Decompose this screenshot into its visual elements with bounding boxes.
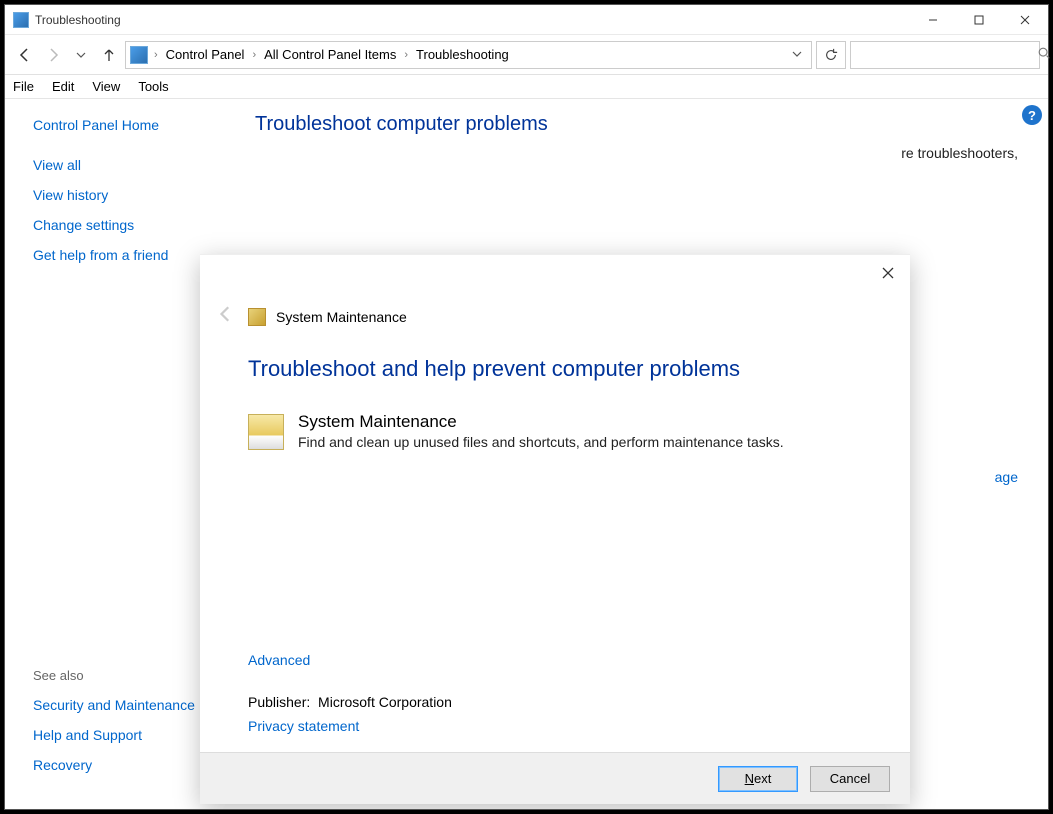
system-maintenance-large-icon xyxy=(248,414,284,450)
window-controls xyxy=(910,5,1048,34)
menu-view[interactable]: View xyxy=(92,79,120,94)
maximize-button[interactable] xyxy=(956,5,1002,34)
breadcrumb-segment[interactable]: Troubleshooting xyxy=(410,47,515,62)
troubleshooter-item-name: System Maintenance xyxy=(298,412,784,432)
chevron-right-icon[interactable]: › xyxy=(252,49,256,61)
body-area: Control Panel Home View all View history… xyxy=(5,99,1048,809)
sidebar-item-view-all[interactable]: View all xyxy=(33,157,225,173)
titlebar: Troubleshooting xyxy=(5,5,1048,35)
cancel-button[interactable]: Cancel xyxy=(810,766,890,792)
app-icon xyxy=(13,12,29,28)
menu-bar: File Edit View Tools xyxy=(5,75,1048,99)
dialog-title: Troubleshoot and help prevent computer p… xyxy=(248,356,862,382)
control-panel-window: Troubleshooting › C xyxy=(4,4,1049,810)
dialog-close-button[interactable] xyxy=(874,261,902,285)
nav-history-dropdown[interactable] xyxy=(69,43,93,67)
nav-back-button[interactable] xyxy=(13,43,37,67)
sidebar-item-home[interactable]: Control Panel Home xyxy=(33,117,225,133)
sidebar-item-change-settings[interactable]: Change settings xyxy=(33,217,225,233)
search-box[interactable] xyxy=(850,41,1040,69)
window-title: Troubleshooting xyxy=(35,13,121,27)
dialog-links: Advanced Publisher: Microsoft Corporatio… xyxy=(248,652,862,752)
background-link-fragment[interactable]: age xyxy=(995,469,1018,485)
dialog-body: Troubleshoot and help prevent computer p… xyxy=(200,328,910,752)
menu-edit[interactable]: Edit xyxy=(52,79,74,94)
publisher-label: Publisher: xyxy=(248,694,310,710)
dialog-footer: Next Cancel xyxy=(200,752,910,804)
breadcrumb-segment[interactable]: All Control Panel Items xyxy=(258,47,402,62)
search-input[interactable] xyxy=(857,46,1037,63)
troubleshooter-item-text: System Maintenance Find and clean up unu… xyxy=(298,412,784,450)
publisher-row: Publisher: Microsoft Corporation xyxy=(248,694,862,710)
page-title: Troubleshoot computer problems xyxy=(255,113,1018,136)
sidebar-item-get-help[interactable]: Get help from a friend xyxy=(33,247,225,263)
sidebar-item-view-history[interactable]: View history xyxy=(33,187,225,203)
publisher-value: Microsoft Corporation xyxy=(318,694,452,710)
minimize-button[interactable] xyxy=(910,5,956,34)
troubleshooter-dialog: System Maintenance Troubleshoot and help… xyxy=(200,254,910,804)
chevron-right-icon[interactable]: › xyxy=(154,49,158,61)
nav-up-button[interactable] xyxy=(97,43,121,67)
chevron-right-icon[interactable]: › xyxy=(404,49,408,61)
breadcrumb-segment[interactable]: Control Panel xyxy=(160,47,251,62)
nav-forward-button[interactable] xyxy=(41,43,65,67)
dialog-header-label: System Maintenance xyxy=(276,309,407,325)
privacy-statement-link[interactable]: Privacy statement xyxy=(248,718,359,734)
refresh-button[interactable] xyxy=(816,41,846,69)
advanced-link[interactable]: Advanced xyxy=(248,652,862,668)
address-bar[interactable]: › Control Panel › All Control Panel Item… xyxy=(125,41,812,69)
address-dropdown[interactable] xyxy=(787,47,807,62)
background-text-fragment: re troubleshooters, xyxy=(901,145,1018,161)
location-icon xyxy=(130,46,148,64)
menu-file[interactable]: File xyxy=(13,79,34,94)
menu-tools[interactable]: Tools xyxy=(138,79,168,94)
navigation-bar: › Control Panel › All Control Panel Item… xyxy=(5,35,1048,75)
troubleshooter-item[interactable]: System Maintenance Find and clean up unu… xyxy=(248,412,862,450)
close-button[interactable] xyxy=(1002,5,1048,34)
system-maintenance-icon xyxy=(248,308,266,326)
troubleshooter-item-description: Find and clean up unused files and short… xyxy=(298,434,784,450)
help-icon[interactable]: ? xyxy=(1022,105,1042,125)
next-button[interactable]: Next xyxy=(718,766,798,792)
search-icon[interactable] xyxy=(1037,46,1051,63)
dialog-header: System Maintenance xyxy=(200,255,910,328)
dialog-back-button[interactable] xyxy=(214,305,238,328)
